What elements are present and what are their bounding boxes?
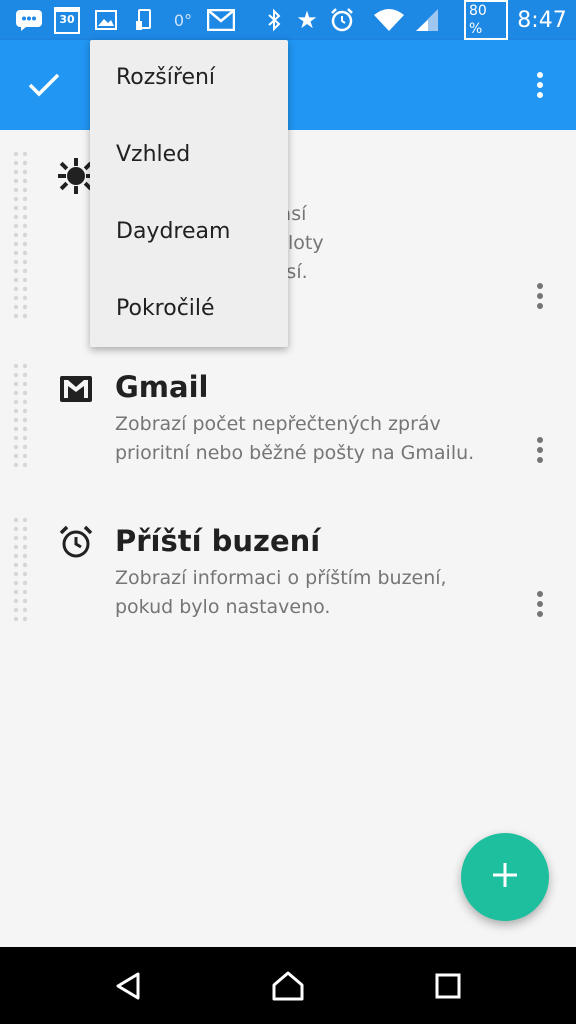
clock: 8:47 — [517, 7, 567, 33]
extension-title: Příští buzení — [115, 524, 321, 558]
calendar-day: 30 — [54, 6, 80, 34]
recents-button[interactable] — [408, 947, 488, 1024]
home-icon — [272, 971, 304, 1000]
add-extension-button[interactable] — [461, 833, 549, 921]
item-overflow-icon[interactable] — [528, 584, 552, 624]
dropdown-menu: Rozšíření Vzhled Daydream Pokročilé — [90, 40, 288, 347]
list-item[interactable]: Gmail Zobrazí počet nepřečtených zpráv p… — [0, 362, 576, 482]
home-button[interactable] — [248, 947, 328, 1024]
list-item[interactable]: Příští buzení Zobrazí informaci o příští… — [0, 516, 576, 636]
list-item[interactable]: í informace o počasí četně aktuální tepl… — [0, 150, 576, 350]
gmail-notification-icon — [206, 0, 236, 40]
image-icon — [94, 0, 118, 40]
signal-icon — [414, 0, 440, 40]
menu-item-advanced[interactable]: Pokročilé — [116, 296, 215, 321]
recents-icon — [435, 973, 461, 998]
confirm-check-icon[interactable] — [24, 65, 64, 105]
star-icon: ★ — [296, 6, 318, 34]
app-bar-overflow-icon[interactable] — [528, 65, 552, 105]
wifi-icon — [372, 0, 406, 40]
back-icon — [116, 972, 140, 999]
gmail-icon — [60, 376, 92, 406]
device-sync-icon — [134, 0, 154, 40]
temperature-text: 0° — [173, 10, 193, 30]
navigation-bar — [0, 947, 576, 1024]
extension-description: Zobrazí informaci o příštím buzení, poku… — [115, 567, 447, 618]
battery-text: 80 % — [464, 0, 508, 40]
bluetooth-icon — [264, 0, 284, 40]
calendar-icon: 30 — [54, 0, 80, 40]
status-bar: 30 0° ★ 80 % 8:47 — [0, 0, 576, 40]
extension-list: í informace o počasí četně aktuální tepl… — [0, 130, 576, 947]
app-bar — [0, 40, 576, 130]
menu-item-daydream[interactable]: Daydream — [116, 219, 230, 244]
menu-item-extensions[interactable]: Rozšíření — [116, 65, 215, 90]
drag-handle-icon[interactable] — [12, 150, 30, 320]
extension-title: Gmail — [115, 370, 209, 404]
item-overflow-icon[interactable] — [528, 276, 552, 316]
alarm-status-icon — [328, 0, 356, 40]
menu-item-appearance[interactable]: Vzhled — [116, 142, 190, 167]
plus-icon — [492, 862, 518, 892]
weather-sun-icon — [58, 158, 94, 198]
back-button[interactable] — [88, 947, 168, 1024]
drag-handle-icon[interactable] — [12, 362, 30, 474]
battery-indicator: 80 % — [464, 0, 508, 40]
extension-description: Zobrazí počet nepřečtených zpráv priorit… — [115, 413, 475, 464]
drag-handle-icon[interactable] — [12, 516, 30, 628]
chat-notification-icon — [14, 0, 44, 40]
item-overflow-icon[interactable] — [528, 430, 552, 470]
alarm-icon — [58, 524, 94, 564]
